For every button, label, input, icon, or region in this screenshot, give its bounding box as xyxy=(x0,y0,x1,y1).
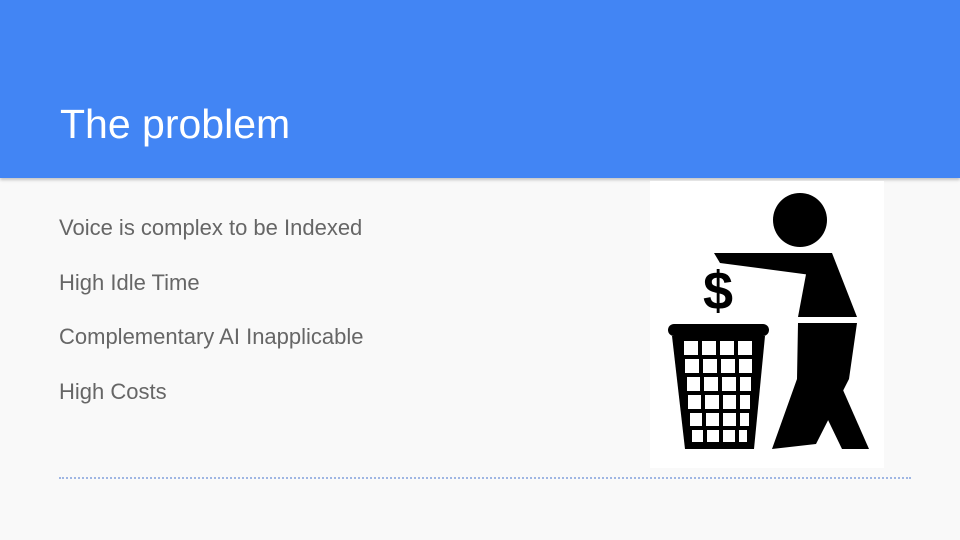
illustration-image: $ xyxy=(650,181,884,468)
bullet-list: Voice is complex to be Indexed High Idle… xyxy=(59,211,364,429)
tidy-man-trash-icon: $ xyxy=(668,193,869,449)
slide: The problem Voice is complex to be Index… xyxy=(0,0,960,540)
bullet-item: High Costs xyxy=(59,378,167,404)
footer-divider xyxy=(59,477,911,479)
title-banner: The problem xyxy=(0,0,960,178)
bullet-item: Voice is complex to be Indexed xyxy=(59,215,363,240)
bullet-item: High Idle Time xyxy=(59,269,200,295)
dollar-symbol: $ xyxy=(703,261,733,321)
slide-title: The problem xyxy=(60,101,291,147)
bullet-item: Complementary AI Inapplicable xyxy=(59,324,364,349)
